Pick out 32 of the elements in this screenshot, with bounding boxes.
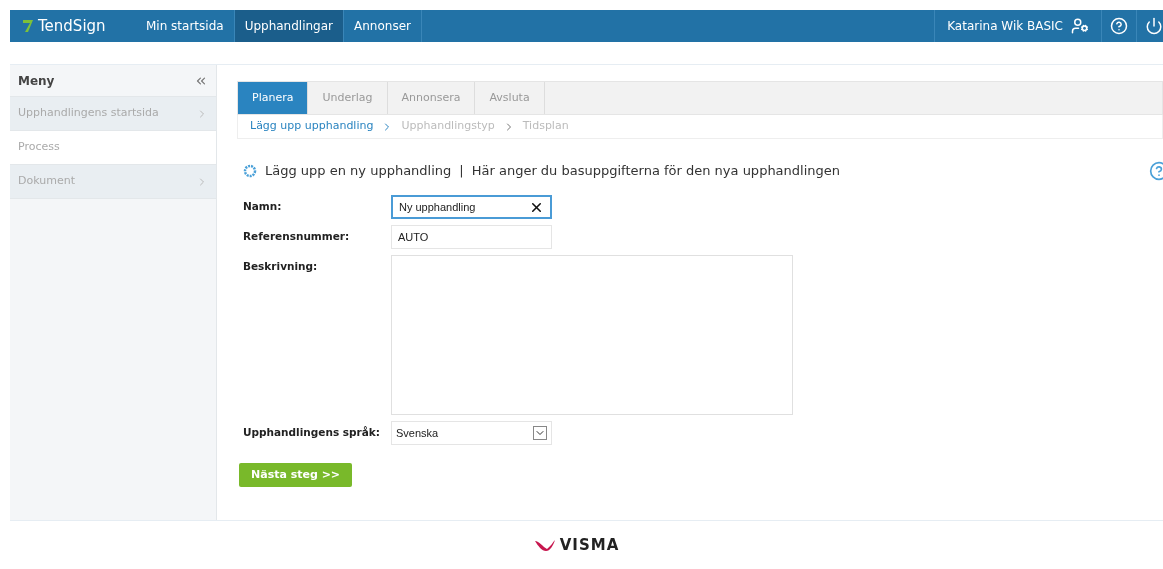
step-tab[interactable]: Avsluta bbox=[475, 82, 545, 114]
page-subtitle: Här anger du basuppgifterna för den nya upphandlingen bbox=[471, 162, 841, 181]
title-separator: | bbox=[459, 162, 464, 181]
user-name[interactable]: Katarina Wik BASIC bbox=[947, 17, 1063, 35]
sidebar-item[interactable]: Dokument bbox=[10, 165, 216, 199]
step-tab[interactable]: Annonsera bbox=[387, 82, 476, 114]
substep-link[interactable]: Lägg upp upphandling bbox=[250, 118, 374, 135]
sidebar-item[interactable]: Process bbox=[10, 131, 216, 165]
field-label: Beskrivning: bbox=[243, 259, 319, 274]
step-tab[interactable]: Underlag bbox=[308, 82, 388, 114]
user-settings-icon[interactable] bbox=[1071, 17, 1089, 35]
logo-icon bbox=[22, 19, 34, 33]
page-title: Lägg upp en ny upphandling bbox=[265, 162, 452, 181]
sidebar-title: Meny bbox=[18, 72, 55, 90]
visma-logo: VISMA bbox=[559, 534, 620, 556]
visma-logo-icon bbox=[533, 538, 556, 552]
nav-tab[interactable]: Upphandlingar bbox=[234, 10, 344, 42]
field-label: Namn: bbox=[243, 199, 283, 214]
nav-tab[interactable]: Min startsida bbox=[136, 10, 235, 42]
text-field[interactable]: Ny upphandling bbox=[391, 195, 552, 219]
step-tab[interactable]: Planera bbox=[238, 82, 309, 114]
language-select[interactable]: Svenska bbox=[391, 421, 552, 445]
nav-tab[interactable]: Annonser bbox=[344, 10, 422, 42]
dropdown-icon bbox=[533, 426, 547, 440]
brand-name: TendSign bbox=[38, 15, 106, 37]
description-field[interactable] bbox=[391, 255, 793, 415]
help-icon[interactable] bbox=[1149, 161, 1163, 181]
power-icon[interactable] bbox=[1145, 17, 1163, 35]
text-field[interactable]: AUTO bbox=[391, 225, 552, 249]
next-step-button[interactable]: Nästa steg >> bbox=[239, 463, 353, 487]
field-label: Referensnummer: bbox=[243, 229, 351, 244]
field-label: Upphandlingens språk: bbox=[243, 425, 381, 440]
